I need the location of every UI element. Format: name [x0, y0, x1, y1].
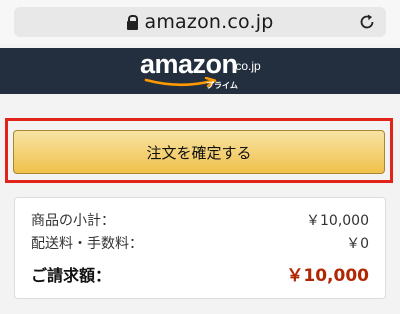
- place-order-button[interactable]: 注文を確定する: [13, 130, 385, 174]
- amazon-prime-logo[interactable]: amazon .co.jp プライム: [140, 49, 270, 91]
- reload-icon[interactable]: [358, 13, 376, 31]
- subtotal-value: ￥10,000: [306, 213, 369, 229]
- amazon-header: amazon .co.jp プライム: [0, 48, 400, 94]
- url-text: amazon.co.jp: [144, 11, 274, 33]
- shipping-label: 配送料・手数料：: [31, 236, 143, 252]
- browser-url-bar: amazon.co.jp: [0, 0, 400, 44]
- total-label: ご請求額：: [31, 265, 112, 285]
- total-row: ご請求額： ￥10,000: [31, 261, 369, 287]
- subtotal-row: 商品の小計： ￥10,000: [31, 210, 369, 230]
- order-summary: 商品の小計： ￥10,000 配送料・手数料： ￥0 ご請求額： ￥10,000: [14, 197, 386, 299]
- logo-wordmark: amazon: [140, 49, 238, 79]
- lock-icon: [126, 14, 138, 30]
- address-field[interactable]: amazon.co.jp: [14, 7, 386, 37]
- shipping-row: 配送料・手数料： ￥0: [31, 233, 369, 253]
- logo-prime-label: プライム: [206, 81, 238, 90]
- shipping-value: ￥0: [346, 236, 369, 252]
- total-value: ￥10,000: [286, 266, 369, 286]
- logo-tld: .co.jp: [232, 59, 261, 73]
- subtotal-label: 商品の小計：: [31, 213, 115, 229]
